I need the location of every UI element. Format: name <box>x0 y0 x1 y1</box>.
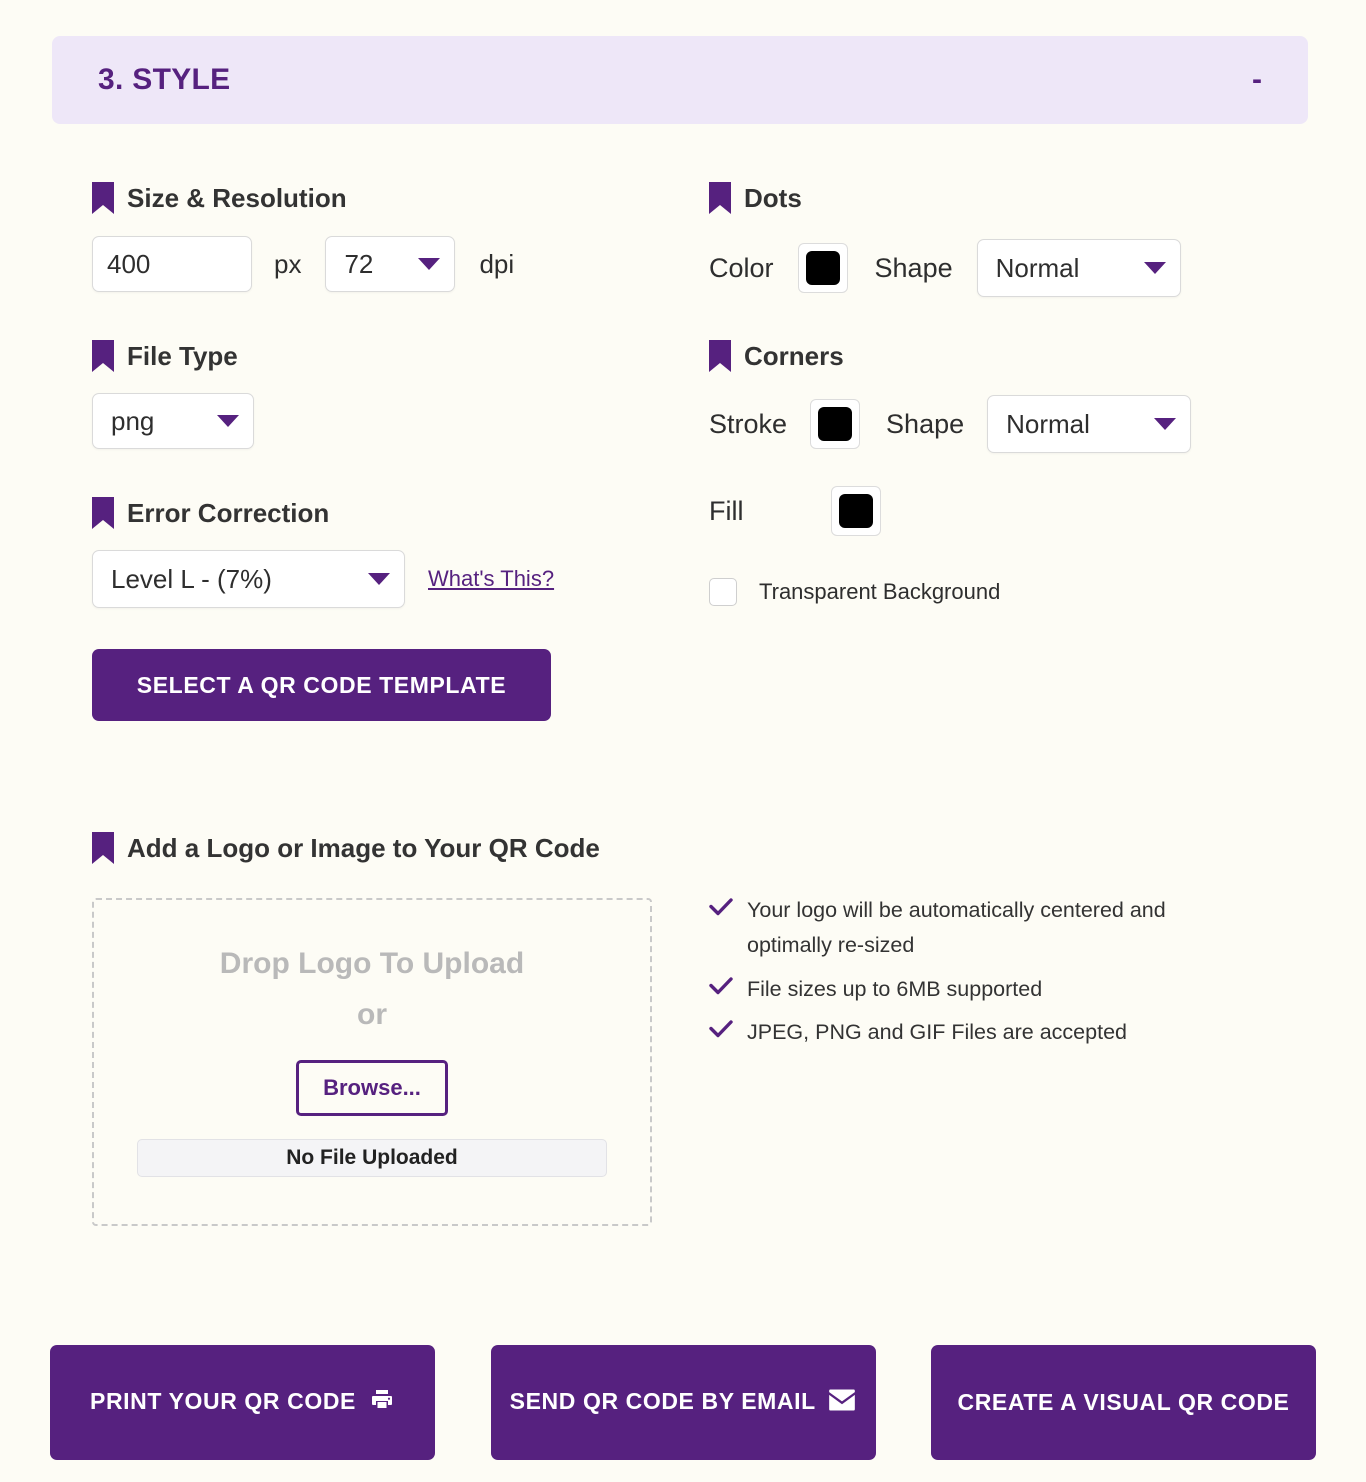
bookmark-icon <box>709 340 731 372</box>
corners-label: Corners <box>744 341 844 371</box>
check-icon <box>709 898 733 921</box>
logo-dropzone[interactable]: Drop Logo To Upload or Browse... No File… <box>92 898 652 1226</box>
check-icon <box>709 1020 733 1043</box>
error-correction-select-value: Level L - (7%) <box>111 563 272 594</box>
select-template-button[interactable]: SELECT A QR CODE TEMPLATE <box>92 649 551 721</box>
logo-section-label: Add a Logo or Image to Your QR Code <box>127 833 600 863</box>
dots-controls: Color Shape Normal <box>709 239 1309 297</box>
browse-button[interactable]: Browse... <box>296 1060 448 1117</box>
chevron-down-icon <box>368 573 390 585</box>
color-chip <box>805 251 840 285</box>
transparent-background-label: Transparent Background <box>759 579 1001 604</box>
list-item-text: File sizes up to 6MB supported <box>747 976 1043 1001</box>
right-column: Dots Color Shape Normal Corners Stroke S… <box>709 182 1309 606</box>
size-input[interactable] <box>92 236 252 292</box>
chevron-down-icon <box>1154 418 1177 430</box>
list-item: File sizes up to 6MB supported <box>709 972 1249 1007</box>
size-unit-label: px <box>274 248 302 279</box>
error-correction-heading: Error Correction <box>92 497 692 529</box>
action-bar: PRINT YOUR QR CODE SEND QR CODE BY EMAIL… <box>50 1345 1316 1460</box>
corners-stroke-label: Stroke <box>709 408 788 439</box>
dots-heading: Dots <box>709 182 1309 214</box>
print-button-label: PRINT YOUR QR CODE <box>90 1387 356 1414</box>
corners-heading: Corners <box>709 340 1309 372</box>
error-correction-label: Error Correction <box>127 498 330 528</box>
check-icon <box>709 977 733 1000</box>
corners-fill-label: Fill <box>709 495 744 526</box>
list-item-text: Your logo will be automatically centered… <box>747 898 1166 958</box>
dots-shape-select[interactable]: Normal <box>976 239 1181 297</box>
bookmark-icon <box>92 497 114 529</box>
corners-stroke-controls: Stroke Shape Normal <box>709 395 1309 453</box>
dots-label: Dots <box>744 183 802 213</box>
section-title: 3. STYLE <box>98 63 231 96</box>
file-type-controls: png <box>92 393 692 449</box>
corners-fill-swatch[interactable] <box>831 486 881 536</box>
chevron-down-icon <box>418 258 441 270</box>
email-button-label: SEND QR CODE BY EMAIL <box>509 1387 816 1414</box>
chevron-down-icon <box>1143 262 1166 274</box>
color-chip <box>818 407 853 441</box>
size-resolution-heading: Size & Resolution <box>92 182 692 214</box>
dpi-select[interactable]: 72 <box>325 236 456 292</box>
create-visual-qr-code-button[interactable]: CREATE A VISUAL QR CODE <box>931 1345 1316 1460</box>
corners-stroke-swatch[interactable] <box>810 399 861 449</box>
error-correction-select[interactable]: Level L - (7%) <box>92 550 405 608</box>
dpi-unit-label: dpi <box>479 248 515 279</box>
dropzone-or-text: or <box>357 998 387 1032</box>
list-item: JPEG, PNG and GIF Files are accepted <box>709 1015 1249 1050</box>
envelope-icon <box>828 1389 856 1419</box>
list-item: Your logo will be automatically centered… <box>709 893 1249 964</box>
send-qr-code-email-button[interactable]: SEND QR CODE BY EMAIL <box>490 1345 876 1460</box>
corners-fill-controls: Fill <box>709 486 1309 536</box>
list-item-text: JPEG, PNG and GIF Files are accepted <box>747 1020 1127 1045</box>
logo-section-heading: Add a Logo or Image to Your QR Code <box>92 832 600 864</box>
bookmark-icon <box>709 182 731 214</box>
dropzone-instruction: Drop Logo To Upload <box>219 947 525 980</box>
logo-feature-list: Your logo will be automatically centered… <box>709 893 1249 1059</box>
printer-icon <box>369 1387 395 1419</box>
dots-shape-label: Shape <box>874 252 953 283</box>
style-panel: 3. STYLE - Size & Resolution px 72 dpi F… <box>0 0 1366 1482</box>
file-type-select-value: png <box>111 405 155 436</box>
whats-this-link[interactable]: What's This? <box>428 566 554 592</box>
color-chip <box>839 494 873 528</box>
corners-shape-select[interactable]: Normal <box>987 395 1192 453</box>
chevron-down-icon <box>217 415 239 427</box>
error-correction-controls: Level L - (7%) What's This? <box>92 550 692 608</box>
dpi-select-value: 72 <box>344 248 374 279</box>
bookmark-icon <box>92 832 114 864</box>
size-resolution-label: Size & Resolution <box>127 183 347 213</box>
dots-color-swatch[interactable] <box>797 243 848 293</box>
file-type-label: File Type <box>127 341 238 371</box>
transparent-background-checkbox[interactable] <box>709 578 737 606</box>
corners-shape-label: Shape <box>886 408 965 439</box>
file-type-heading: File Type <box>92 340 692 372</box>
dots-shape-select-value: Normal <box>995 252 1080 283</box>
left-column: Size & Resolution px 72 dpi File Type pn… <box>92 182 692 721</box>
corners-shape-select-value: Normal <box>1006 408 1090 439</box>
collapse-toggle[interactable]: - <box>1248 65 1266 95</box>
file-type-select[interactable]: png <box>92 393 254 449</box>
bookmark-icon <box>92 182 114 214</box>
file-upload-status: No File Uploaded <box>137 1139 607 1178</box>
transparent-background-row[interactable]: Transparent Background <box>709 578 1309 606</box>
section-header-style[interactable]: 3. STYLE - <box>52 36 1308 124</box>
dots-color-label: Color <box>709 252 774 283</box>
size-resolution-controls: px 72 dpi <box>92 236 692 292</box>
print-qr-code-button[interactable]: PRINT YOUR QR CODE <box>50 1345 435 1460</box>
bookmark-icon <box>92 340 114 372</box>
